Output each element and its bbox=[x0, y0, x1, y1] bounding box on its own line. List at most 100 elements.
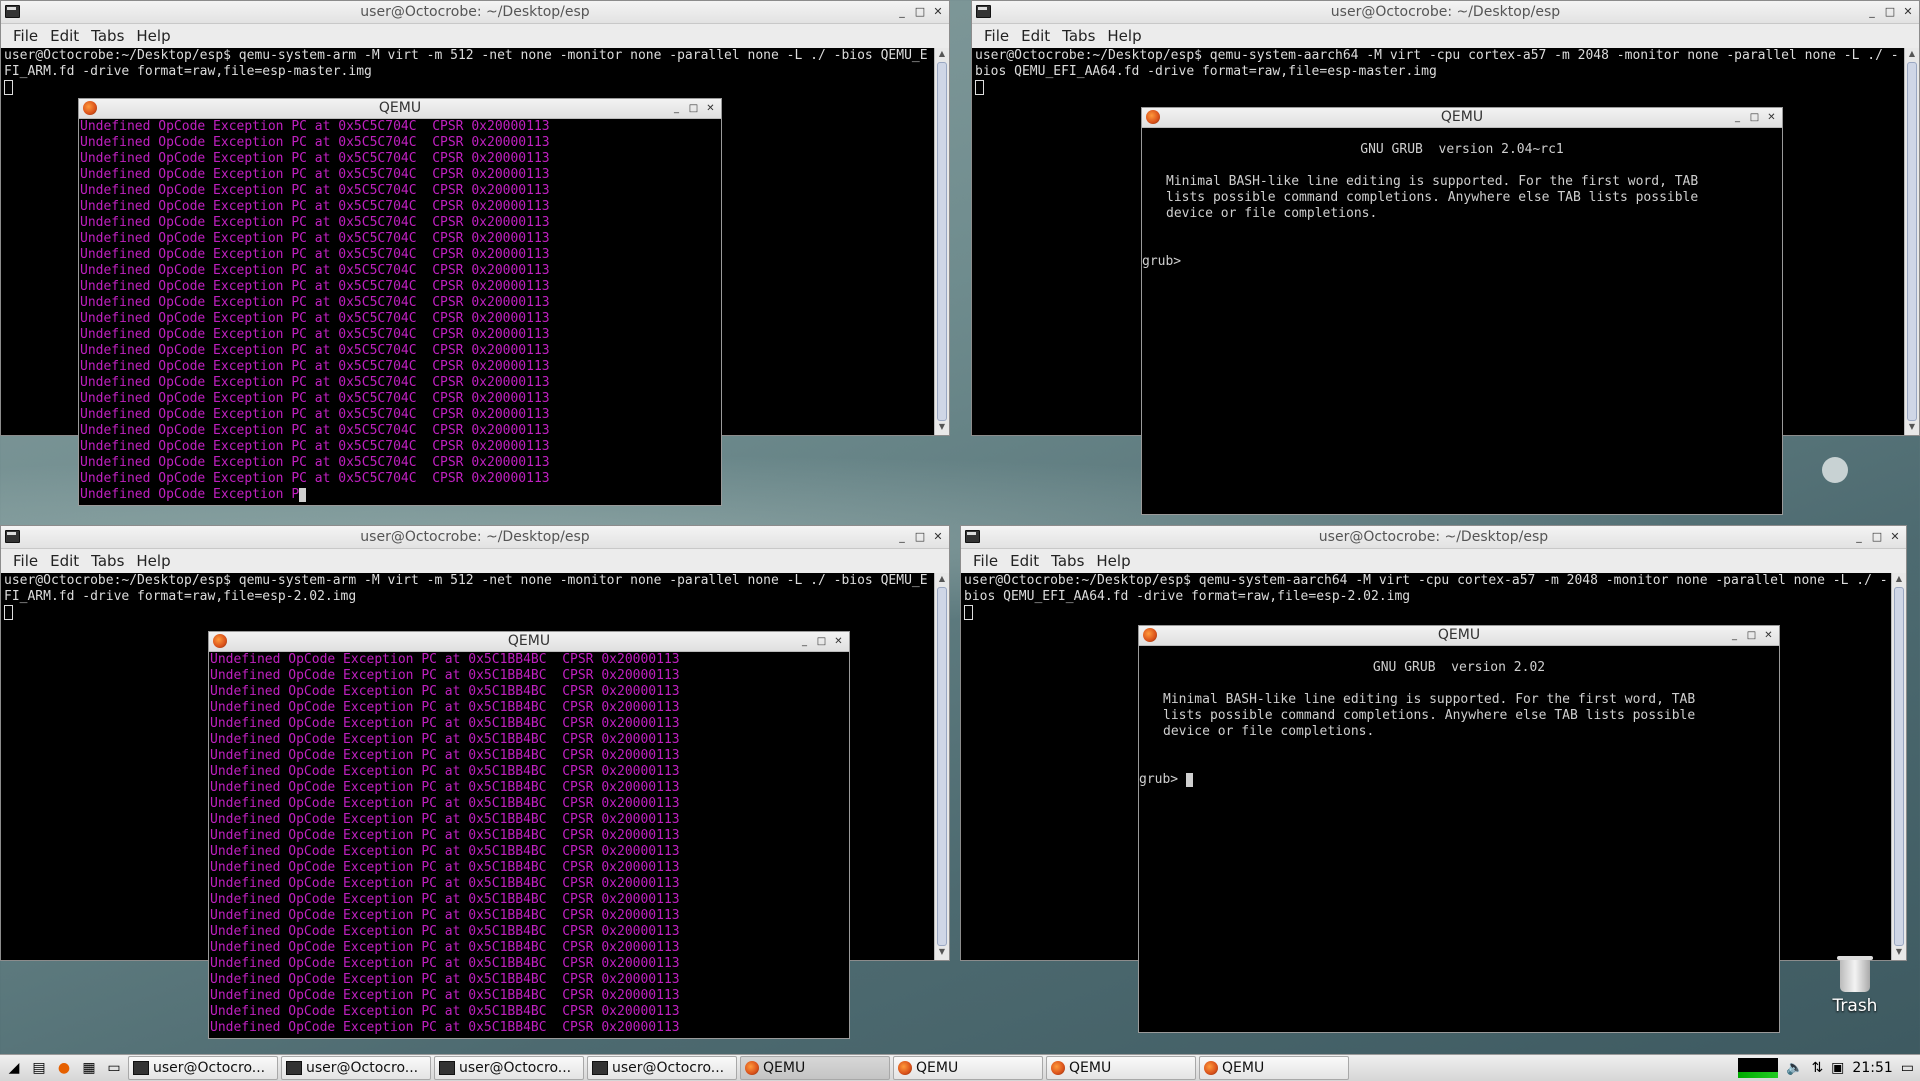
close-button[interactable]: ✕ bbox=[1901, 1, 1915, 23]
menu-help[interactable]: Help bbox=[130, 552, 176, 570]
grub-prompt[interactable]: grub> bbox=[1139, 772, 1779, 788]
qemu-title: QEMU bbox=[507, 633, 551, 649]
title-bar[interactable]: user@Octocrobe: ~/Desktop/esp _ □ ✕ bbox=[1, 526, 949, 549]
close-button[interactable]: ✕ bbox=[832, 632, 845, 651]
grub-prompt[interactable]: grub> bbox=[1142, 254, 1782, 270]
menu-help[interactable]: Help bbox=[1090, 552, 1136, 570]
exception-line: Undefined OpCode Exception PC at 0x5C1BB… bbox=[210, 732, 680, 747]
cpu-monitor[interactable] bbox=[1738, 1058, 1778, 1078]
qemu-title-bar[interactable]: QEMU _ □ ✕ bbox=[79, 99, 721, 119]
network-icon[interactable]: ⇅ bbox=[1811, 1060, 1823, 1076]
menu-tabs[interactable]: Tabs bbox=[85, 552, 130, 570]
qemu-icon bbox=[1146, 110, 1160, 124]
menu-edit[interactable]: Edit bbox=[44, 27, 85, 45]
close-button[interactable]: ✕ bbox=[1765, 108, 1778, 127]
exception-line: Undefined OpCode Exception PC at 0x5C1BB… bbox=[210, 684, 680, 699]
minimize-button[interactable]: _ bbox=[1852, 526, 1866, 548]
task-qemu-2[interactable]: QEMU bbox=[893, 1056, 1043, 1080]
task-terminal-3[interactable]: user@Octocro... bbox=[434, 1056, 584, 1080]
minimize-button[interactable]: _ bbox=[1865, 1, 1879, 23]
menu-tabs[interactable]: Tabs bbox=[1045, 552, 1090, 570]
menu-edit[interactable]: Edit bbox=[44, 552, 85, 570]
vertical-scrollbar[interactable]: ▲ ▼ bbox=[1891, 573, 1906, 960]
maximize-button[interactable]: □ bbox=[1745, 626, 1758, 645]
close-button[interactable]: ✕ bbox=[1762, 626, 1775, 645]
trash-label: Trash bbox=[1832, 996, 1878, 1016]
qemu-console-output[interactable]: Undefined OpCode Exception PC at 0x5C1BB… bbox=[209, 652, 849, 1036]
menu-tabs[interactable]: Tabs bbox=[1056, 27, 1101, 45]
menu-bar: File Edit Tabs Help bbox=[972, 24, 1919, 48]
qemu-title-bar[interactable]: QEMU _ □ ✕ bbox=[1142, 108, 1782, 128]
task-terminal-2[interactable]: user@Octocro... bbox=[281, 1056, 431, 1080]
trash-icon bbox=[1837, 956, 1873, 992]
task-qemu-1[interactable]: QEMU bbox=[740, 1056, 890, 1080]
volume-icon[interactable]: 🔈 bbox=[1786, 1060, 1803, 1076]
minimize-button[interactable]: _ bbox=[798, 632, 811, 651]
minimize-button[interactable]: _ bbox=[1728, 626, 1741, 645]
exception-line: Undefined OpCode Exception PC at 0x5C1BB… bbox=[210, 956, 680, 971]
show-desktop-icon[interactable]: ▭ bbox=[1901, 1060, 1914, 1076]
vertical-scrollbar[interactable]: ▲ ▼ bbox=[1904, 48, 1919, 435]
menu-help[interactable]: Help bbox=[130, 27, 176, 45]
menu-tabs[interactable]: Tabs bbox=[85, 27, 130, 45]
display-icon[interactable]: ▣ bbox=[1831, 1060, 1844, 1076]
qemu-title-bar[interactable]: QEMU _ □ ✕ bbox=[1139, 626, 1779, 646]
maximize-button[interactable]: □ bbox=[913, 1, 927, 23]
task-terminal-1[interactable]: user@Octocro... bbox=[128, 1056, 278, 1080]
menu-file[interactable]: File bbox=[7, 552, 44, 570]
menu-file[interactable]: File bbox=[7, 27, 44, 45]
close-button[interactable]: ✕ bbox=[1888, 526, 1902, 548]
exception-line: Undefined OpCode Exception PC at 0x5C5C7… bbox=[80, 215, 550, 230]
qemu-icon bbox=[1143, 628, 1157, 642]
exception-line: Undefined OpCode Exception PC at 0x5C1BB… bbox=[210, 908, 680, 923]
menu-help[interactable]: Help bbox=[1101, 27, 1147, 45]
exception-line: Undefined OpCode Exception PC at 0x5C5C7… bbox=[80, 263, 550, 278]
qemu-window-aarch64-master[interactable]: QEMU _ □ ✕ GNU GRUB version 2.04~rc1 Minim… bbox=[1141, 107, 1783, 515]
maximize-button[interactable]: □ bbox=[815, 632, 828, 651]
qemu-window-arm-master[interactable]: QEMU _ □ ✕ Undefined OpCode Exception PC a… bbox=[78, 98, 722, 506]
qemu-window-aarch64-2-02[interactable]: QEMU _ □ ✕ GNU GRUB version 2.02 Minimal B… bbox=[1138, 625, 1780, 1033]
exception-line: Undefined OpCode Exception PC at 0x5C5C7… bbox=[80, 247, 550, 262]
minimize-button[interactable]: _ bbox=[895, 526, 909, 548]
clock[interactable]: 21:51 bbox=[1852, 1060, 1892, 1076]
exception-line: Undefined OpCode Exception PC at 0x5C1BB… bbox=[210, 876, 680, 891]
command-line: user@Octocrobe:~/Desktop/esp$ qemu-syste… bbox=[4, 48, 928, 79]
maximize-button[interactable]: □ bbox=[1748, 108, 1761, 127]
maximize-button[interactable]: □ bbox=[1883, 1, 1897, 23]
menu-edit[interactable]: Edit bbox=[1015, 27, 1056, 45]
vertical-scrollbar[interactable]: ▲ ▼ bbox=[934, 48, 949, 435]
task-qemu-4[interactable]: QEMU bbox=[1199, 1056, 1349, 1080]
title-bar[interactable]: user@Octocrobe: ~/Desktop/esp _ □ ✕ bbox=[972, 1, 1919, 24]
title-bar[interactable]: user@Octocrobe: ~/Desktop/esp _ □ ✕ bbox=[1, 1, 949, 24]
minimize-button[interactable]: _ bbox=[895, 1, 909, 23]
qemu-console-output[interactable]: Undefined OpCode Exception PC at 0x5C5C7… bbox=[79, 119, 721, 503]
maximize-button[interactable]: □ bbox=[687, 99, 700, 118]
title-bar[interactable]: user@Octocrobe: ~/Desktop/esp _ □ ✕ bbox=[961, 526, 1906, 549]
qemu-window-arm-2-02[interactable]: QEMU _ □ ✕ Undefined OpCode Exception PC a… bbox=[208, 631, 850, 1039]
close-button[interactable]: ✕ bbox=[704, 99, 717, 118]
close-button[interactable]: ✕ bbox=[931, 1, 945, 23]
task-qemu-3[interactable]: QEMU bbox=[1046, 1056, 1196, 1080]
terminal-launcher-icon[interactable]: ▭ bbox=[103, 1057, 125, 1079]
exception-line: Undefined OpCode Exception PC at 0x5C5C7… bbox=[80, 119, 550, 134]
close-button[interactable]: ✕ bbox=[931, 526, 945, 548]
trash-desktop-icon[interactable]: Trash bbox=[1820, 956, 1890, 1016]
system-monitor-icon[interactable]: ▦ bbox=[78, 1057, 100, 1079]
menu-file[interactable]: File bbox=[978, 27, 1015, 45]
task-terminal-4[interactable]: user@Octocro... bbox=[587, 1056, 737, 1080]
maximize-button[interactable]: □ bbox=[1870, 526, 1884, 548]
qemu-title-bar[interactable]: QEMU _ □ ✕ bbox=[209, 632, 849, 652]
terminal-cursor bbox=[4, 605, 13, 620]
menu-file[interactable]: File bbox=[967, 552, 1004, 570]
minimize-button[interactable]: _ bbox=[670, 99, 683, 118]
maximize-button[interactable]: □ bbox=[913, 526, 927, 548]
file-manager-icon[interactable]: ▤ bbox=[28, 1057, 50, 1079]
vertical-scrollbar[interactable]: ▲ ▼ bbox=[934, 573, 949, 960]
exception-line: Undefined OpCode Exception PC at 0x5C5C7… bbox=[80, 311, 550, 326]
window-title: user@Octocrobe: ~/Desktop/esp bbox=[360, 4, 590, 20]
firefox-icon[interactable]: ● bbox=[53, 1057, 75, 1079]
menu-edit[interactable]: Edit bbox=[1004, 552, 1045, 570]
window-title: user@Octocrobe: ~/Desktop/esp bbox=[1330, 4, 1561, 20]
minimize-button[interactable]: _ bbox=[1731, 108, 1744, 127]
start-menu-icon[interactable]: ◢ bbox=[3, 1057, 25, 1079]
